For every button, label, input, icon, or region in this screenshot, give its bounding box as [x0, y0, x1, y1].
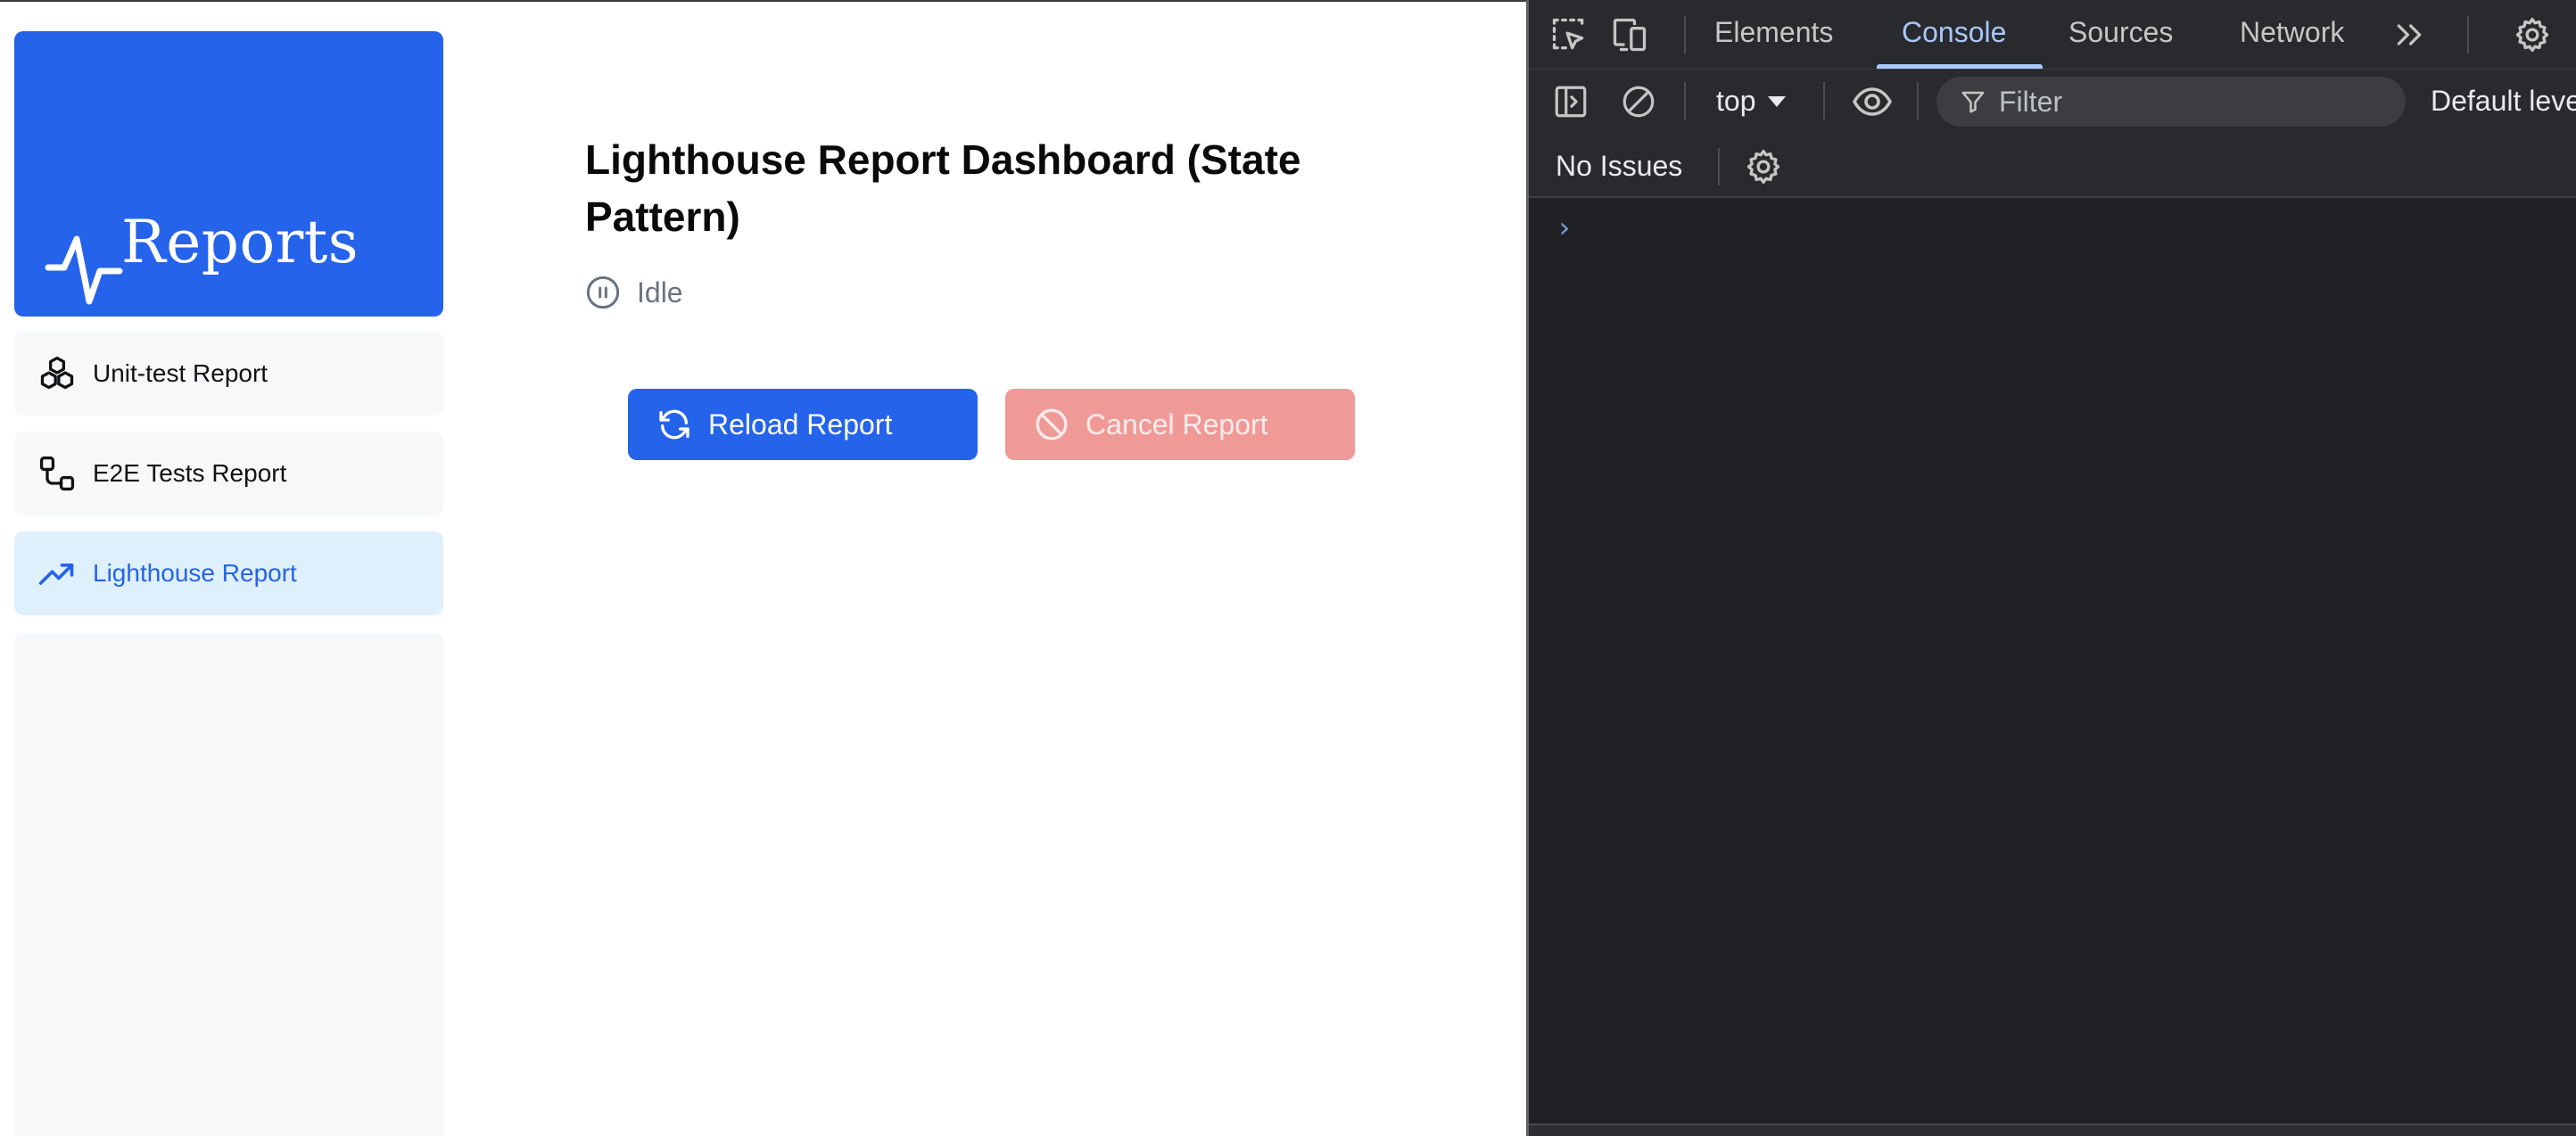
- trending-up-icon: [36, 552, 78, 595]
- filter-funnel-icon: [1961, 91, 1985, 113]
- toolbar-separator: [1823, 82, 1825, 119]
- inspect-element-icon[interactable]: [1547, 12, 1591, 57]
- tab-network[interactable]: Network: [2240, 16, 2344, 49]
- console-prompt-chevron-icon: ›: [1556, 210, 1573, 244]
- sidebar: Reports Unit-test Report E2E Tests Repor…: [14, 31, 443, 1136]
- device-toolbar-icon[interactable]: [1607, 12, 1652, 57]
- sidebar-item-label: Unit-test Report: [93, 359, 268, 387]
- clear-console-icon[interactable]: [1616, 79, 1661, 124]
- console-settings-gear-icon[interactable]: [1741, 144, 1786, 189]
- status-indicator: Idle: [585, 275, 683, 310]
- context-selector[interactable]: top: [1716, 85, 1787, 118]
- filter-input[interactable]: [1999, 85, 2356, 119]
- toolbar-separator: [1684, 82, 1686, 119]
- log-levels-dropdown[interactable]: Default levels: [2431, 85, 2576, 118]
- active-tab-indicator: [1877, 64, 2043, 69]
- console-toolbar: top Default levels: [1529, 70, 2576, 134]
- issues-counter[interactable]: No Issues: [1556, 150, 1682, 183]
- toolbar-separator: [2467, 16, 2469, 54]
- more-tabs-icon[interactable]: [2387, 12, 2432, 57]
- main-content: Lighthouse Report Dashboard (State Patte…: [443, 2, 1526, 1136]
- caret-down-icon: [1768, 95, 1787, 107]
- sidebar-empty-area: [14, 633, 443, 1136]
- tab-elements[interactable]: Elements: [1714, 16, 1833, 49]
- reload-report-button[interactable]: Reload Report: [628, 389, 978, 460]
- sidebar-item-e2e-tests-report[interactable]: E2E Tests Report: [14, 432, 443, 515]
- boxes-icon: [36, 352, 78, 395]
- toolbar-separator: [1917, 82, 1919, 119]
- settings-gear-icon[interactable]: [2510, 12, 2555, 57]
- sidebar-item-label: Lighthouse Report: [93, 559, 297, 587]
- cancel-report-button[interactable]: Cancel Report: [1005, 389, 1355, 460]
- tab-console[interactable]: Console: [1902, 16, 2006, 49]
- console-filter: [1936, 77, 2406, 127]
- refresh-icon: [659, 409, 689, 440]
- status-text: Idle: [637, 276, 683, 309]
- sidebar-toggle-icon[interactable]: [1548, 79, 1593, 124]
- app-viewport: Reports Unit-test Report E2E Tests Repor…: [0, 0, 1526, 1136]
- pulse-logo-icon: [45, 235, 123, 305]
- sidebar-item-label: E2E Tests Report: [93, 459, 287, 487]
- toolbar-separator: [1684, 16, 1686, 54]
- toolbar-separator: [1718, 148, 1720, 185]
- ban-icon: [1036, 408, 1068, 440]
- pause-circle-icon: [586, 276, 620, 309]
- reload-report-label: Reload Report: [708, 407, 893, 440]
- cancel-report-label: Cancel Report: [1086, 407, 1268, 440]
- console-output[interactable]: ›: [1529, 200, 2576, 1124]
- sidebar-item-lighthouse-report[interactable]: Lighthouse Report: [14, 531, 443, 615]
- sidebar-item-unit-test-report[interactable]: Unit-test Report: [14, 332, 443, 416]
- drawer-edge: [1529, 1124, 2576, 1136]
- workflow-icon: [36, 452, 78, 495]
- context-selector-label: top: [1716, 85, 1756, 117]
- devtools-tab-bar: Elements Console Sources Network: [1529, 0, 2576, 70]
- brand-text: Reports: [121, 208, 359, 276]
- live-expression-eye-icon[interactable]: [1850, 79, 1895, 124]
- page-title: Lighthouse Report Dashboard (State Patte…: [585, 136, 1301, 240]
- devtools-panel: Elements Console Sources Network top Fil…: [1526, 0, 2576, 1136]
- issues-bar: No Issues: [1529, 134, 2576, 198]
- tab-sources[interactable]: Sources: [2068, 16, 2173, 49]
- brand-banner[interactable]: Reports: [14, 31, 443, 317]
